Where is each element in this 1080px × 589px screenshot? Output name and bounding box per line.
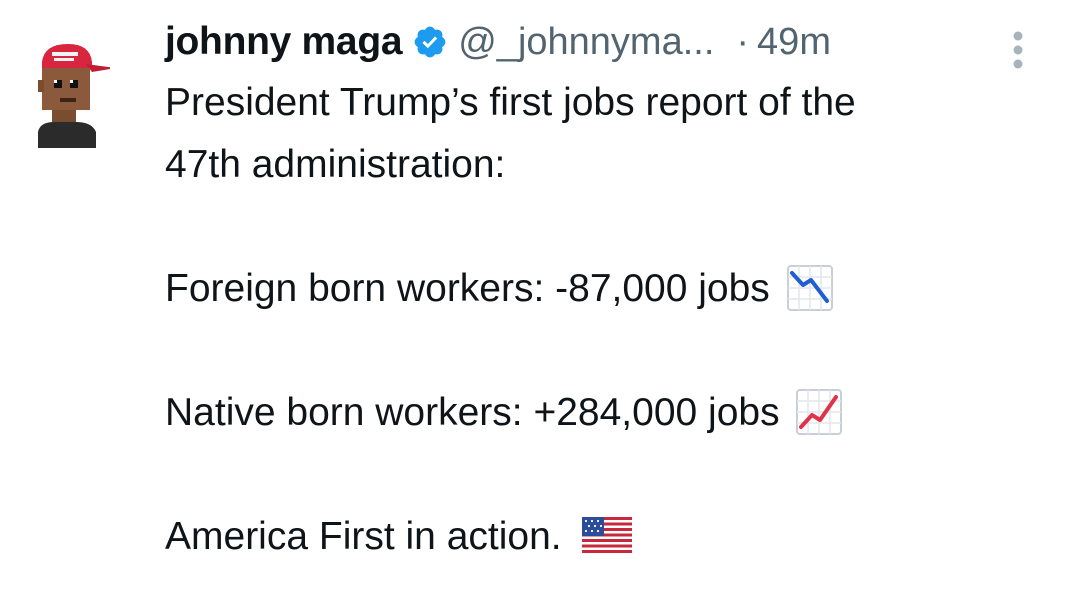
- display-name[interactable]: johnny maga: [165, 20, 403, 64]
- closing-text: America First in action.: [165, 515, 562, 558]
- more-options-button[interactable]: [1008, 26, 1028, 74]
- maga-hat-pixel-avatar-icon: [38, 44, 116, 148]
- chart-increasing-icon: [796, 389, 843, 435]
- closing-line: America First in action.: [165, 506, 1055, 568]
- native-workers-text: Native born workers: +284,000 jobs: [165, 391, 780, 434]
- native-workers-line: Native born workers: +284,000 jobs: [165, 382, 1055, 444]
- foreign-workers-line: Foreign born workers: -87,000 jobs: [165, 258, 1055, 320]
- tweet-line-1: President Trump’s first jobs report of t…: [165, 81, 856, 124]
- tweet-header: johnny maga @_johnnyma... · 49m: [165, 14, 1055, 70]
- foreign-workers-text: Foreign born workers: -87,000 jobs: [165, 267, 770, 310]
- tweet-timestamp[interactable]: 49m: [757, 21, 831, 64]
- avatar[interactable]: [30, 38, 116, 148]
- tweet-line-2: 47th administration:: [165, 143, 506, 186]
- tweet[interactable]: johnny maga @_johnnyma... · 49m Presiden…: [0, 0, 1080, 589]
- chart-decreasing-icon: [786, 265, 833, 311]
- vertical-ellipsis-icon: [1013, 31, 1023, 69]
- tweet-content: johnny maga @_johnnyma... · 49m Presiden…: [165, 14, 1055, 568]
- tweet-text: President Trump’s first jobs report of t…: [165, 72, 1055, 568]
- us-flag-icon: [582, 510, 633, 553]
- user-handle[interactable]: @_johnnyma...: [458, 21, 714, 64]
- verified-badge-icon[interactable]: [412, 24, 448, 60]
- header-separator: ·: [736, 20, 750, 63]
